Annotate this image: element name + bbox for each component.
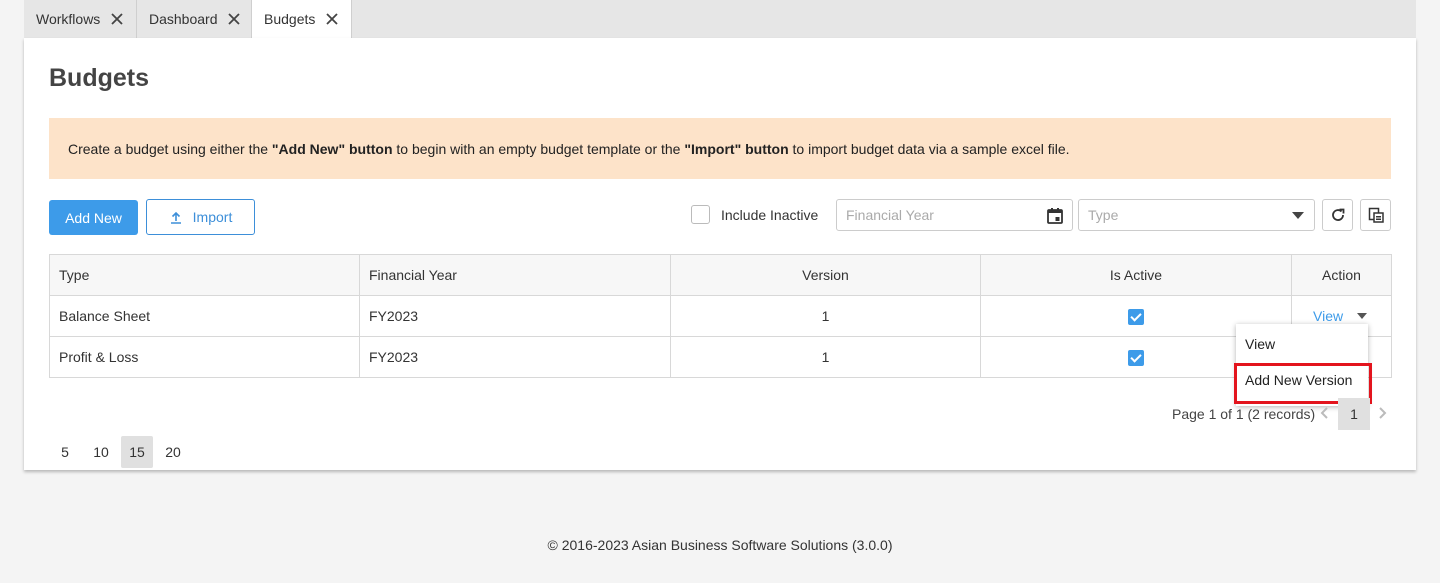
cell-version: 1 <box>670 295 981 337</box>
tab-budgets[interactable]: Budgets <box>252 0 352 38</box>
page-size-option[interactable]: 5 <box>49 436 81 468</box>
financial-year-field[interactable]: Financial Year <box>836 199 1073 231</box>
action-dropdown-toggle[interactable] <box>1357 313 1367 319</box>
cell-financial-year: FY2023 <box>359 295 671 337</box>
table-row[interactable]: Profit & Loss FY2023 1 <box>49 336 1392 378</box>
checkbox-checked-icon <box>1128 308 1144 325</box>
close-icon[interactable] <box>227 12 240 26</box>
column-header-type[interactable]: Type <box>49 254 360 296</box>
column-header-is-active[interactable]: Is Active <box>980 254 1292 296</box>
type-placeholder: Type <box>1088 207 1119 223</box>
budgets-table: Type Financial Year Version Is Active Ac… <box>49 254 1392 378</box>
tab-label: Dashboard <box>149 11 218 27</box>
footer-copyright: © 2016-2023 Asian Business Software Solu… <box>547 537 893 553</box>
page-size-option-selected[interactable]: 15 <box>121 436 153 468</box>
type-select[interactable]: Type <box>1078 199 1315 231</box>
tab-workflows[interactable]: Workflows <box>24 0 137 38</box>
page-size-option[interactable]: 10 <box>85 436 117 468</box>
chevron-left-icon[interactable] <box>1320 406 1330 423</box>
column-header-financial-year[interactable]: Financial Year <box>359 254 671 296</box>
view-link[interactable]: View <box>1313 308 1343 324</box>
calendar-icon[interactable] <box>1046 207 1064 228</box>
copy-columns-icon <box>1368 207 1384 223</box>
cell-version: 1 <box>670 336 981 378</box>
column-header-action: Action <box>1291 254 1392 296</box>
table-header-row: Type Financial Year Version Is Active Ac… <box>49 254 1392 296</box>
cell-financial-year: FY2023 <box>359 336 671 378</box>
add-new-button[interactable]: Add New <box>49 200 138 235</box>
cell-type: Balance Sheet <box>49 295 360 337</box>
tab-dashboard[interactable]: Dashboard <box>137 0 252 38</box>
include-inactive-label: Include Inactive <box>721 206 819 223</box>
close-icon[interactable] <box>325 12 339 26</box>
financial-year-placeholder: Financial Year <box>846 207 934 223</box>
close-icon[interactable] <box>110 12 124 26</box>
refresh-icon <box>1331 208 1344 221</box>
checkbox-checked-icon <box>1128 349 1144 366</box>
info-banner: Create a budget using either the "Add Ne… <box>49 118 1391 179</box>
tab-bar: Workflows Dashboard Budgets <box>24 0 1416 38</box>
refresh-button[interactable] <box>1322 199 1353 231</box>
page-title: Budgets <box>49 64 149 92</box>
include-inactive-toggle[interactable]: Include Inactive <box>691 205 818 224</box>
tab-label: Workflows <box>36 11 101 27</box>
pagination-info: Page 1 of 1 (2 records) <box>1172 406 1316 422</box>
table-row[interactable]: Balance Sheet FY2023 1 <box>49 295 1392 337</box>
page-size-option[interactable]: 20 <box>157 436 189 468</box>
include-inactive-checkbox[interactable] <box>691 205 710 224</box>
tab-label: Budgets <box>264 11 316 27</box>
banner-text: Create a budget using either the "Add Ne… <box>68 140 1070 157</box>
cell-type: Profit & Loss <box>49 336 360 378</box>
import-button[interactable]: Import <box>146 199 255 235</box>
chevron-right-icon[interactable] <box>1377 406 1387 423</box>
import-button-label: Import <box>192 209 233 225</box>
export-button[interactable] <box>1360 199 1391 231</box>
upload-icon <box>170 211 181 224</box>
column-header-version[interactable]: Version <box>670 254 981 296</box>
menu-item-view[interactable]: View <box>1245 336 1275 352</box>
page-number-current[interactable]: 1 <box>1338 398 1370 430</box>
chevron-down-icon <box>1292 212 1304 219</box>
page-size-selector: 5 10 15 20 <box>49 436 193 468</box>
